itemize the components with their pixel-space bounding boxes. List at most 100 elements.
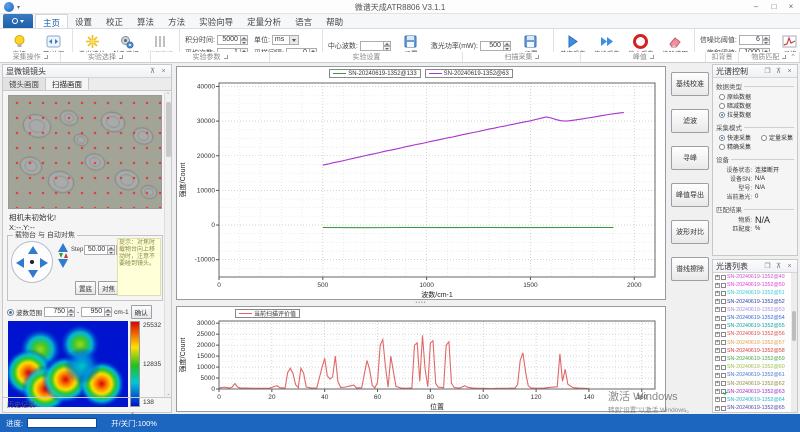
expand-icon[interactable]: + (715, 348, 720, 353)
range-confirm-button[interactable]: 确认 (131, 305, 152, 319)
ribbon-collapse-icon[interactable]: ⌃ (790, 53, 796, 61)
stage-bottom-button[interactable]: 置底 (75, 281, 96, 295)
spectrum-checkbox[interactable] (721, 275, 726, 280)
expand-icon[interactable]: + (715, 397, 720, 402)
spectrum-checkbox[interactable] (721, 373, 726, 378)
单位-select[interactable]: ms (272, 35, 299, 45)
spectrum-list-item[interactable]: +SN-20240619-1352@50 (713, 281, 797, 289)
dialog-launcher-icon[interactable] (119, 55, 123, 59)
close-icon[interactable]: × (159, 67, 168, 76)
radio-原始数据[interactable]: 原始数据 (713, 92, 797, 101)
expand-icon[interactable]: + (715, 406, 720, 411)
dialog-launcher-icon[interactable] (44, 55, 48, 59)
spectrum-list-item[interactable]: +SN-20240619-1352@49 (713, 273, 797, 281)
spectrum-checkbox[interactable] (721, 340, 726, 345)
spectrum-list-item[interactable]: +SN-20240619-1352@61 (713, 371, 797, 379)
camera-tab-扫描画面[interactable]: 扫描画面 (46, 78, 89, 90)
expand-icon[interactable]: + (715, 307, 720, 312)
camera-tab-镜头画面[interactable]: 镜头画面 (3, 78, 46, 90)
pin-icon[interactable]: ⊼ (774, 67, 783, 76)
spectrum-checkbox[interactable] (721, 324, 726, 329)
menu-tab-语言[interactable]: 语言 (288, 14, 319, 28)
spectrum-list-item[interactable]: +SN-20240619-1352@56 (713, 330, 797, 338)
spectrum-checkbox[interactable] (721, 316, 726, 321)
side-button-谱线擦除[interactable]: 谱线擦除 (671, 257, 709, 281)
spectrum-checkbox[interactable] (721, 291, 726, 296)
left-panel-scrollbar[interactable]: ⌃⌄ (164, 92, 171, 397)
close-icon[interactable]: × (785, 262, 794, 271)
menu-tab-校正[interactable]: 校正 (99, 14, 130, 28)
spectrum-checkbox[interactable] (721, 307, 726, 312)
menu-tab-算法[interactable]: 算法 (130, 14, 161, 28)
float-icon[interactable]: ❐ (763, 262, 772, 271)
maximize-button[interactable]: □ (766, 1, 782, 13)
z-up-button[interactable] (58, 243, 68, 252)
dialog-launcher-icon[interactable] (224, 55, 228, 59)
spectrum-checkbox[interactable] (721, 381, 726, 386)
expand-icon[interactable]: + (715, 340, 720, 345)
float-icon[interactable]: ❐ (763, 67, 772, 76)
menu-tab-主页[interactable]: 主页 (35, 14, 68, 28)
expand-icon[interactable]: + (715, 316, 720, 321)
dialog-launcher-icon[interactable] (650, 55, 654, 59)
spectrum-list-item[interactable]: +SN-20240619-1352@64 (713, 396, 797, 404)
expand-icon[interactable]: + (715, 373, 720, 378)
dialog-launcher-icon[interactable] (782, 55, 786, 59)
spectrum-checkbox[interactable] (721, 356, 726, 361)
spectrum-checkbox[interactable] (721, 299, 726, 304)
history-section[interactable]: 历史记录 (3, 397, 171, 412)
spectrum-checkbox[interactable] (721, 365, 726, 370)
stage-left-button[interactable] (16, 258, 24, 268)
expand-icon[interactable]: + (715, 324, 720, 329)
menu-tab-实验向导[interactable]: 实验向导 (192, 14, 240, 28)
spectrum-list-item[interactable]: +SN-20240619-1352@57 (713, 339, 797, 347)
stage-right-button[interactable] (40, 258, 48, 268)
spectrum-checkbox[interactable] (721, 389, 726, 394)
expand-icon[interactable]: + (715, 365, 720, 370)
spectrum-checkbox[interactable] (721, 348, 726, 353)
side-button-寻峰[interactable]: 寻峰 (671, 146, 709, 170)
range-radio[interactable] (7, 309, 14, 316)
expand-icon[interactable]: + (715, 283, 720, 288)
pin-icon[interactable]: ⊼ (148, 67, 157, 76)
radio-快速采集[interactable]: 快速采集 (713, 133, 755, 142)
spectrum-checkbox[interactable] (721, 406, 726, 411)
spectrum-list-item[interactable]: +SN-20240619-1352@55 (713, 322, 797, 330)
expand-icon[interactable]: + (715, 291, 720, 296)
menu-tab-定量分析[interactable]: 定量分析 (240, 14, 288, 28)
积分时间-spinner[interactable]: 5000 (217, 35, 248, 45)
focus-button[interactable]: 对焦 (98, 281, 119, 295)
spectrum-checkbox[interactable] (721, 283, 726, 288)
radio-暗减数据[interactable]: 暗减数据 (713, 101, 797, 110)
spectrum-chart[interactable]: 0500100015002000-10000010000200003000040… (176, 66, 666, 300)
spectrum-list-item[interactable]: +SN-20240619-1352@58 (713, 347, 797, 355)
spectrum-checkbox[interactable] (721, 332, 726, 337)
radio-拉曼数据[interactable]: 拉曼数据 (713, 110, 797, 119)
range-to-spinner[interactable]: 950 (81, 307, 112, 317)
radio-精确采集[interactable]: 精确采集 (713, 142, 755, 151)
spectrum-list-item[interactable]: +SN-20240619-1352@51 (713, 289, 797, 297)
spectrum-list-item[interactable]: +SN-20240619-1352@54 (713, 314, 797, 322)
stage-up-button[interactable] (28, 246, 38, 254)
side-button-波形对比[interactable]: 波形对比 (671, 220, 709, 244)
close-button[interactable]: × (783, 1, 799, 13)
spectrum-list-item[interactable]: +SN-20240619-1352@52 (713, 298, 797, 306)
radio-定量采集[interactable]: 定量采集 (755, 133, 797, 142)
expand-icon[interactable]: + (715, 381, 720, 386)
激光功率mW-spinner[interactable]: 500 (480, 41, 511, 51)
expand-icon[interactable]: + (715, 389, 720, 394)
side-button-基线校准[interactable]: 基线校准 (671, 72, 709, 96)
menu-tab-设置[interactable]: 设置 (68, 14, 99, 28)
side-button-峰值导出[interactable]: 峰值导出 (671, 183, 709, 207)
spectrum-checkbox[interactable] (721, 397, 726, 402)
spectrum-list-item[interactable]: +SN-20240619-1352@53 (713, 306, 797, 314)
minimize-button[interactable]: – (748, 1, 764, 13)
app-menu-button[interactable] (3, 14, 33, 28)
expand-icon[interactable]: + (715, 275, 720, 280)
close-icon[interactable]: × (785, 67, 794, 76)
range-from-spinner[interactable]: 750 (44, 307, 75, 317)
spectrum-list-item[interactable]: +SN-20240619-1352@62 (713, 379, 797, 387)
spectrum-list-item[interactable]: +SN-20240619-1352@60 (713, 363, 797, 371)
side-button-滤波[interactable]: 滤波 (671, 109, 709, 133)
expand-icon[interactable]: + (715, 332, 720, 337)
